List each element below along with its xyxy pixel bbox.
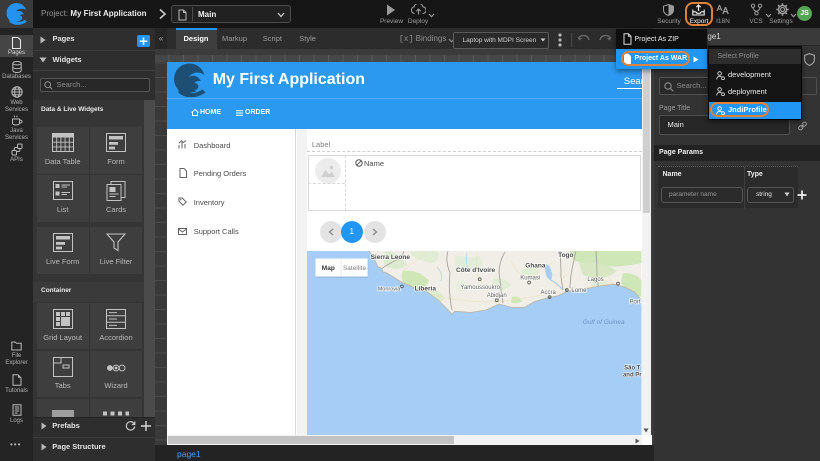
svg-text:Map: Map	[322, 265, 335, 272]
svg-text:Côte d'Ivoire: Côte d'Ivoire	[456, 267, 495, 274]
svg-text:Kumasi: Kumasi	[520, 276, 540, 282]
svg-text:and Pr: and Pr	[623, 372, 642, 378]
svg-text:Lome: Lome	[571, 288, 587, 294]
svg-text:Satellite: Satellite	[343, 265, 367, 272]
svg-text:Port: Port	[629, 300, 640, 306]
svg-text:Ghana: Ghana	[525, 263, 546, 270]
svg-text:Lagos: Lagos	[587, 277, 603, 283]
svg-text:Yamoussoukro: Yamoussoukro	[460, 285, 500, 291]
svg-text:São T: São T	[624, 365, 641, 371]
svg-text:Gulf of Guinea: Gulf of Guinea	[583, 319, 625, 326]
svg-text:Togo: Togo	[558, 252, 573, 259]
svg-text:Sierra Leone: Sierra Leone	[371, 254, 411, 261]
svg-text:Monrovia: Monrovia	[378, 287, 402, 293]
svg-text:Accra: Accra	[541, 290, 557, 296]
svg-text:Liberia: Liberia	[415, 286, 437, 293]
svg-text:Abidjan: Abidjan	[487, 293, 507, 299]
